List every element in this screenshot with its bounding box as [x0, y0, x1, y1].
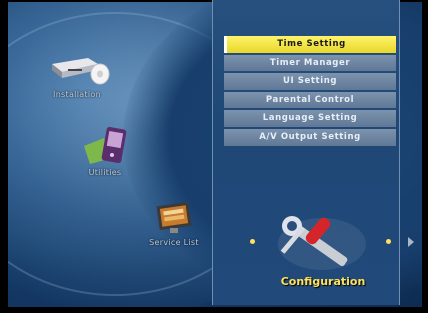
category-service-list[interactable]: Service List	[136, 198, 212, 247]
tv-screen-icon	[148, 198, 200, 238]
menu-item-time-setting[interactable]: Time Setting	[224, 36, 396, 53]
category-installation[interactable]: Installation	[34, 50, 120, 99]
tools-wrench-screwdriver-icon	[272, 208, 372, 274]
menu-item-parental-control[interactable]: Parental Control	[224, 91, 396, 109]
category-utilities[interactable]: Utilities	[70, 124, 140, 177]
service-list-label: Service List	[149, 238, 199, 247]
right-nav-dot	[386, 239, 391, 244]
installation-label: Installation	[53, 90, 101, 99]
menu-item-timer-manager[interactable]: Timer Manager	[224, 54, 396, 72]
satellite-receiver-icon	[42, 50, 112, 90]
menu-item-language-setting[interactable]: Language Setting	[224, 110, 396, 127]
section-title: Configuration	[280, 275, 366, 288]
configuration-submenu: Time Setting Timer Manager UI Setting Pa…	[224, 36, 396, 148]
left-nav-dot	[250, 239, 255, 244]
menu-item-ui-setting[interactable]: UI Setting	[224, 73, 396, 90]
pda-device-icon	[78, 124, 132, 168]
utilities-label: Utilities	[88, 168, 122, 177]
arrow-right-icon[interactable]	[408, 237, 414, 247]
menu-item-av-output-setting[interactable]: A/V Output Setting	[224, 128, 396, 146]
